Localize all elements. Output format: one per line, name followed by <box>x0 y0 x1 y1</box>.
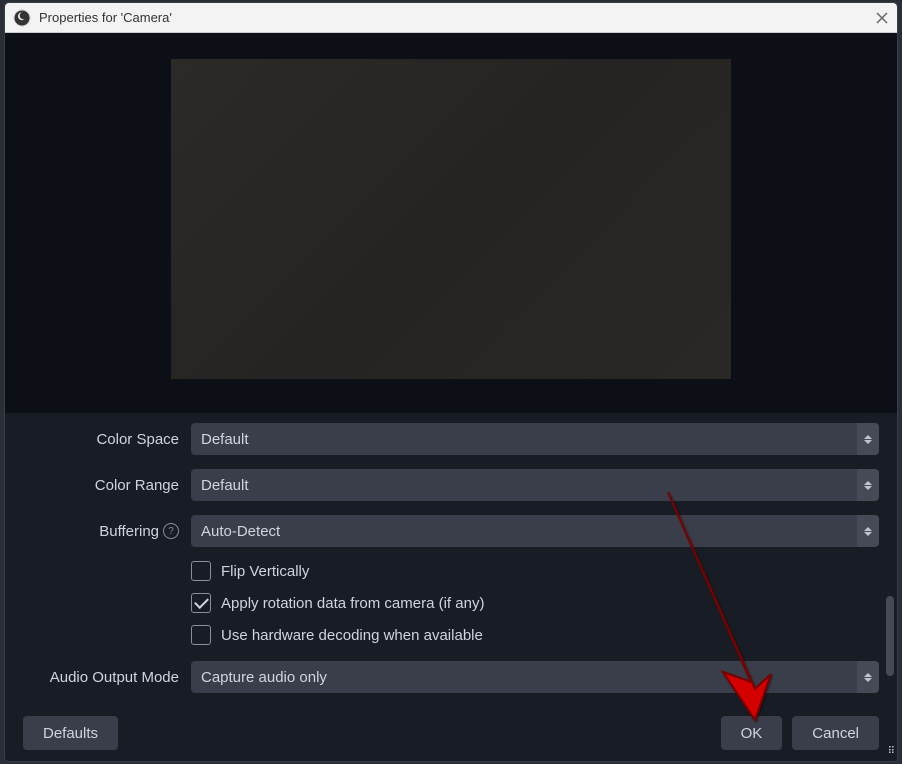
close-icon[interactable] <box>875 11 889 25</box>
apply-rotation-label: Apply rotation data from camera (if any) <box>221 595 484 612</box>
flip-vertically-checkbox[interactable] <box>191 561 211 581</box>
buffering-stepper[interactable] <box>857 515 879 547</box>
color-space-label: Color Space <box>23 431 191 448</box>
dialog-footer: Defaults OK Cancel <box>5 705 897 761</box>
properties-dialog: Properties for 'Camera' Color Space Defa… <box>4 2 898 762</box>
color-space-select[interactable]: Default <box>191 423 857 455</box>
apply-rotation-checkbox[interactable] <box>191 593 211 613</box>
hardware-decode-checkbox[interactable] <box>191 625 211 645</box>
resize-grip-icon[interactable]: ⠿ <box>883 749 895 761</box>
help-icon[interactable]: ? <box>163 523 179 539</box>
buffering-label: Buffering <box>99 523 159 540</box>
window-title: Properties for 'Camera' <box>39 10 172 25</box>
color-range-stepper[interactable] <box>857 469 879 501</box>
preview-area <box>5 33 897 413</box>
audio-output-mode-stepper[interactable] <box>857 661 879 693</box>
cancel-button[interactable]: Cancel <box>792 716 879 750</box>
properties-form: Color Space Default Color Range Default … <box>5 413 897 705</box>
buffering-select[interactable]: Auto-Detect <box>191 515 857 547</box>
titlebar: Properties for 'Camera' <box>5 3 897 33</box>
color-range-label: Color Range <box>23 477 191 494</box>
color-space-stepper[interactable] <box>857 423 879 455</box>
audio-output-mode-select[interactable]: Capture audio only <box>191 661 857 693</box>
ok-button[interactable]: OK <box>721 716 783 750</box>
form-scrollbar[interactable] <box>886 596 894 676</box>
audio-output-mode-label: Audio Output Mode <box>23 669 191 686</box>
obs-icon <box>13 9 31 27</box>
flip-vertically-label: Flip Vertically <box>221 563 309 580</box>
color-range-select[interactable]: Default <box>191 469 857 501</box>
hardware-decode-label: Use hardware decoding when available <box>221 627 483 644</box>
defaults-button[interactable]: Defaults <box>23 716 118 750</box>
camera-preview <box>171 59 731 379</box>
